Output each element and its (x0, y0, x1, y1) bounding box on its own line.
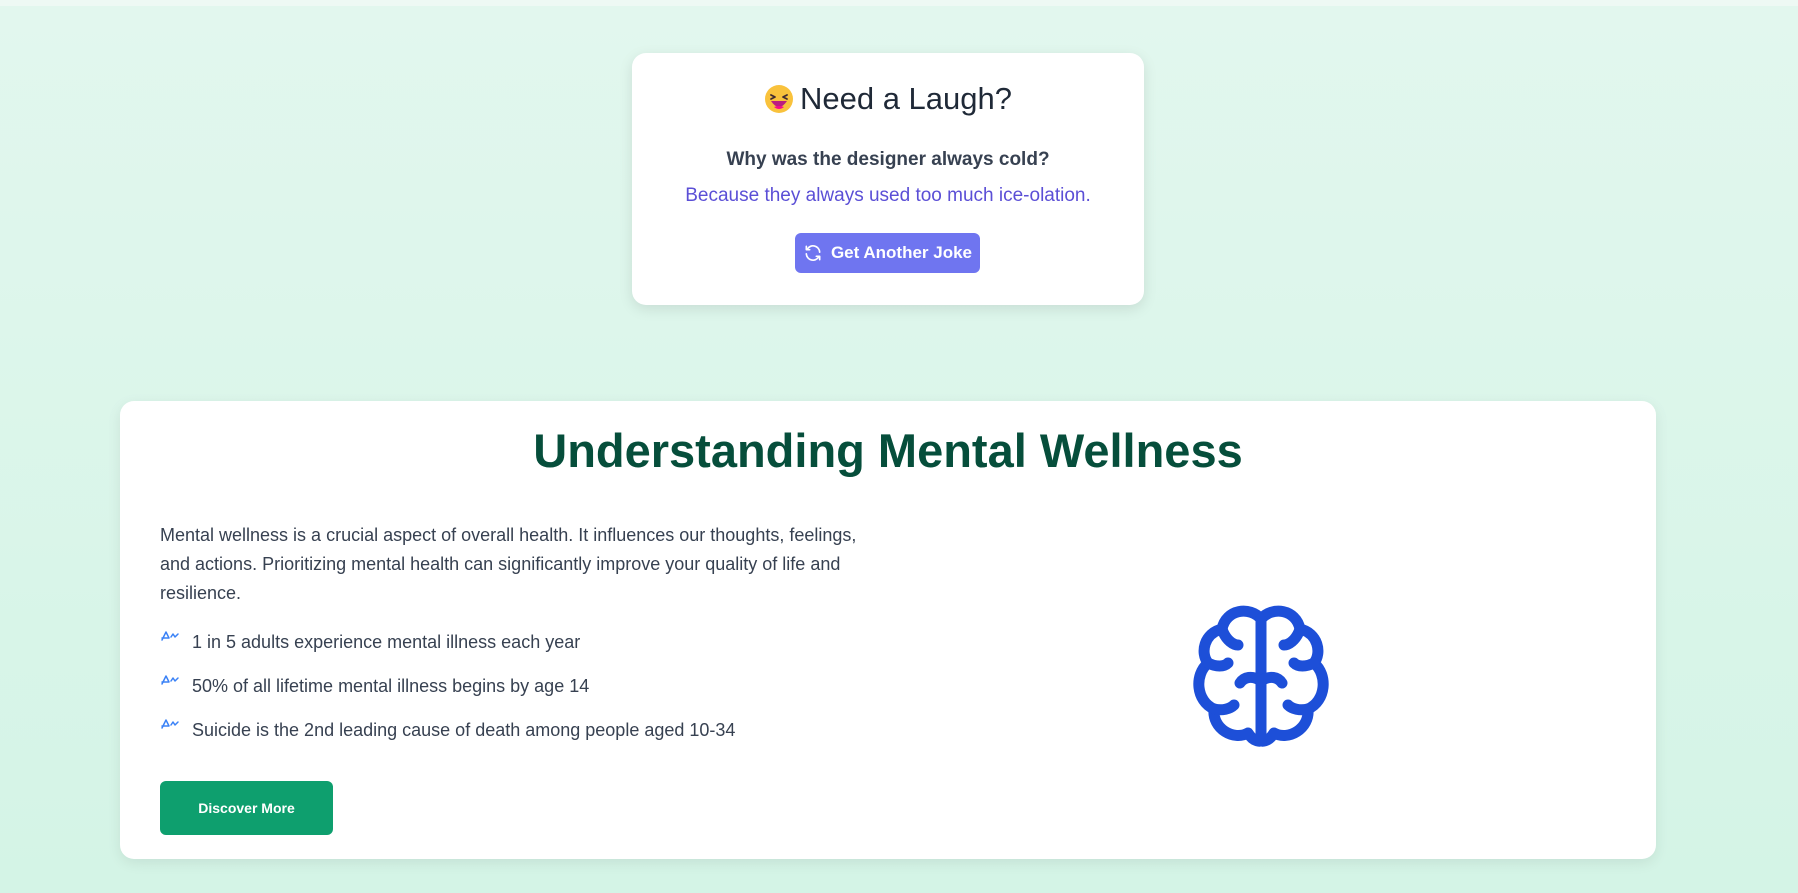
joke-question: Why was the designer always cold? (726, 149, 1050, 170)
stat-item: Suicide is the 2nd leading cause of deat… (160, 719, 736, 764)
stat-text: 1 in 5 adults experience mental illness … (192, 632, 581, 652)
refresh-icon (805, 245, 821, 261)
joke-card: Need a Laugh? Why was the designer alway… (632, 53, 1144, 305)
stat-item: 1 in 5 adults experience mental illness … (160, 631, 735, 676)
wellness-stats-list: 1 in 5 adults experience mental illness … (160, 631, 736, 764)
chart-line-icon (161, 675, 179, 685)
discover-more-button[interactable]: Discover More (160, 781, 333, 835)
stat-text: Suicide is the 2nd leading cause of deat… (192, 720, 736, 740)
mental-wellness-card: Understanding Mental Wellness Mental wel… (120, 401, 1656, 859)
joke-answer: Because they always used too much ice-ol… (685, 185, 1091, 206)
get-another-joke-label: Get Another Joke (830, 243, 973, 262)
brain-icon (1193, 605, 1329, 747)
wellness-title: Understanding Mental Wellness (533, 424, 1243, 477)
wellness-description: Mental wellness is a crucial aspect of o… (160, 525, 857, 603)
joke-heading: Need a Laugh? (632, 81, 1144, 117)
stat-text: 50% of all lifetime mental illness begin… (192, 676, 590, 696)
joke-title: Need a Laugh? (799, 81, 1013, 116)
chart-line-icon (161, 631, 179, 641)
get-another-joke-button[interactable]: Get Another Joke (795, 233, 980, 273)
laughing-face-icon (764, 85, 793, 113)
stat-item: 50% of all lifetime mental illness begin… (160, 675, 735, 720)
top-strip (0, 0, 1798, 6)
chart-line-icon (161, 719, 179, 729)
